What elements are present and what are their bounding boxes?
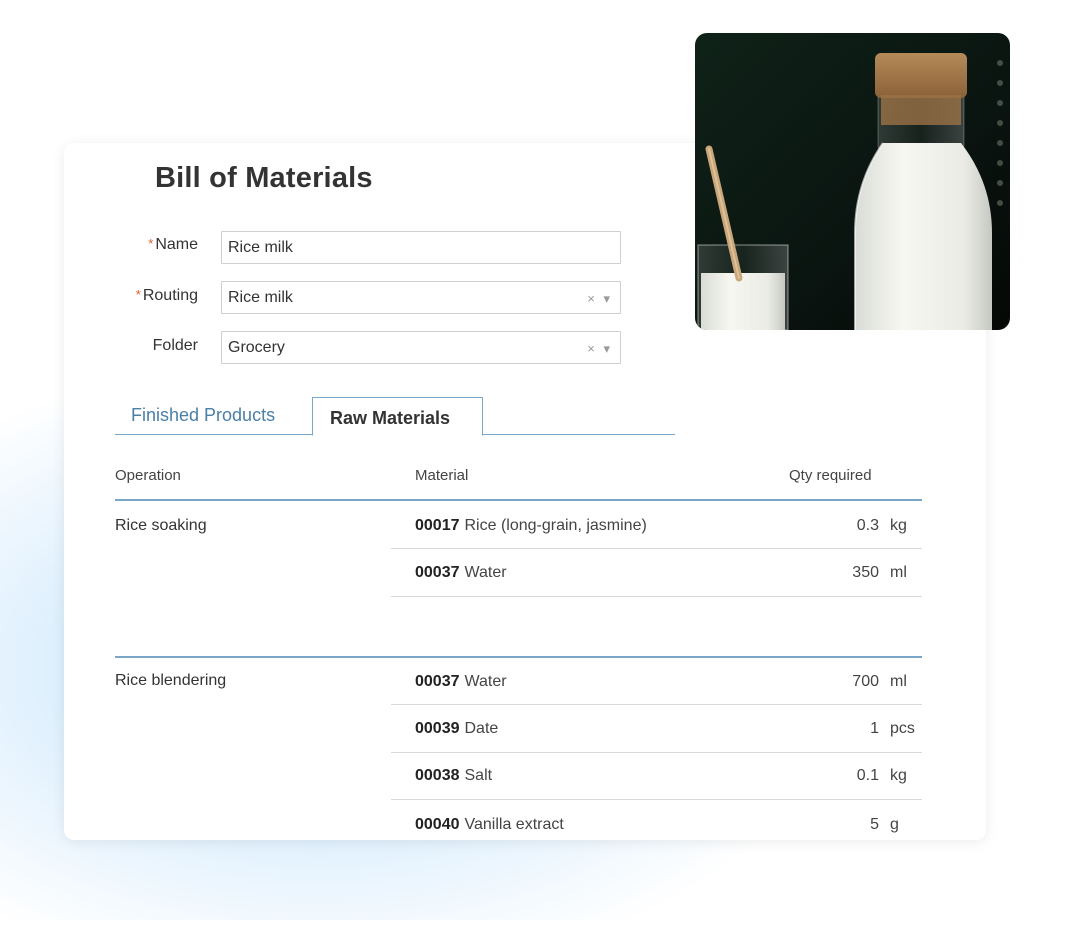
folder-label: Folder [152, 337, 198, 354]
material-code: 00040 [415, 816, 460, 833]
material-code: 00039 [415, 720, 460, 737]
routing-select[interactable]: Rice milk × ▾ [221, 281, 621, 314]
qty-cell: 0.1 [856, 767, 879, 784]
material-name: Date [464, 720, 499, 737]
operation-cell: Rice blendering [115, 672, 227, 689]
tab-finished-products[interactable]: Finished Products [131, 405, 275, 426]
material-name: Vanilla extract [464, 816, 564, 833]
qty-cell: 0.3 [856, 517, 879, 534]
clear-icon[interactable]: × [587, 291, 595, 306]
qty-cell: 700 [852, 673, 879, 690]
unit-cell: ml [890, 564, 907, 581]
material-code: 00017 [415, 517, 460, 534]
operation-cell: Rice soaking [115, 517, 207, 534]
material-cell: 00017 Rice (long-grain, jasmine) [415, 517, 647, 535]
name-input[interactable]: Rice milk [221, 231, 621, 264]
qty-cell: 350 [852, 564, 879, 581]
unit-cell: kg [890, 767, 907, 784]
material-cell: 00037 Water [415, 673, 507, 691]
column-header-material: Material [415, 467, 469, 484]
chevron-down-icon[interactable]: ▾ [603, 291, 610, 306]
milk-photo-icon [695, 33, 1010, 330]
row-divider [391, 596, 922, 597]
group-divider [115, 656, 922, 658]
unit-cell: pcs [890, 720, 915, 737]
material-name: Rice (long-grain, jasmine) [464, 517, 647, 534]
material-code: 00038 [415, 767, 460, 784]
material-name: Water [464, 673, 507, 690]
unit-cell: ml [890, 673, 907, 690]
column-header-operation: Operation [115, 467, 181, 484]
page-title: Bill of Materials [155, 162, 373, 194]
qty-cell: 5 [870, 816, 879, 833]
row-divider [391, 548, 922, 549]
tab-raw-materials[interactable]: Raw Materials [312, 397, 483, 436]
material-code: 00037 [415, 564, 460, 581]
material-cell: 00039 Date [415, 720, 498, 738]
row-divider [391, 799, 922, 800]
row-divider [391, 704, 922, 705]
table-header-divider [115, 499, 922, 501]
name-label: * Name [148, 236, 198, 253]
required-marker: * [148, 236, 154, 251]
routing-label: * Routing [135, 287, 198, 304]
folder-select[interactable]: Grocery × ▾ [221, 331, 621, 364]
routing-select-value: Rice milk [228, 289, 293, 306]
unit-cell: g [890, 816, 899, 833]
chevron-down-icon[interactable]: ▾ [603, 341, 610, 356]
material-cell: 00038 Salt [415, 767, 492, 785]
required-marker: * [135, 287, 141, 302]
material-name: Salt [464, 767, 493, 784]
name-input-value: Rice milk [228, 239, 293, 256]
unit-cell: kg [890, 517, 907, 534]
row-divider [391, 752, 922, 753]
clear-icon[interactable]: × [587, 341, 595, 356]
column-header-qty: Qty required [789, 467, 872, 484]
material-cell: 00037 Water [415, 564, 507, 582]
qty-cell: 1 [870, 720, 879, 737]
material-cell: 00040 Vanilla extract [415, 816, 564, 834]
folder-select-value: Grocery [228, 339, 285, 356]
material-name: Water [464, 564, 507, 581]
material-code: 00037 [415, 673, 460, 690]
